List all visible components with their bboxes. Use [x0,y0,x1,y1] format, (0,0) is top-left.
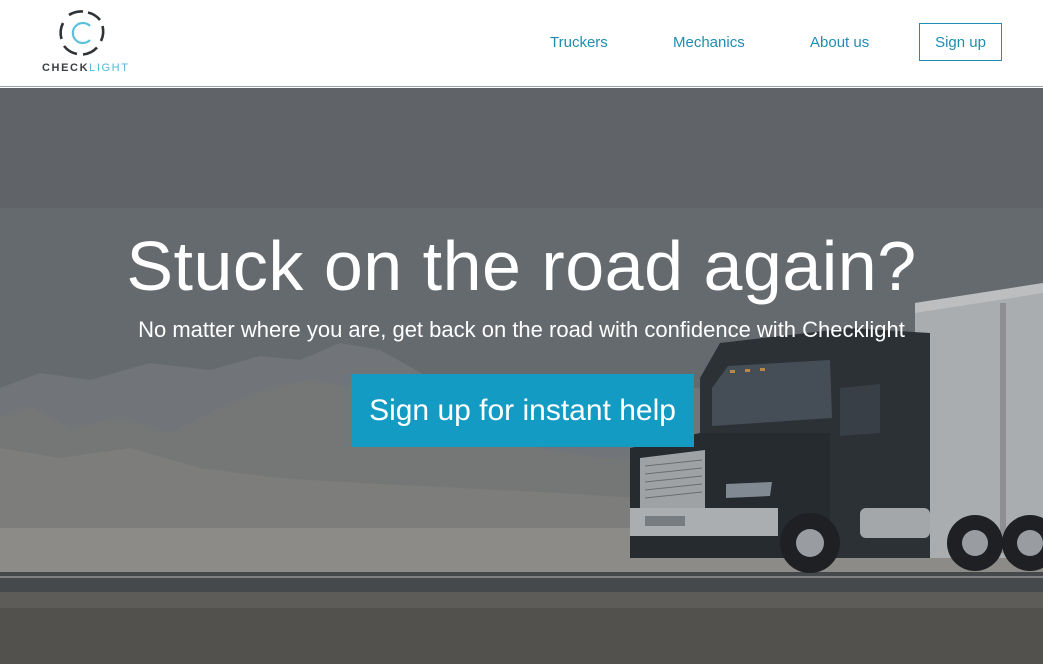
hero-subtitle: No matter where you are, get back on the… [138,317,905,342]
logo-wordmark-check: CHECK [42,62,90,74]
logo-wordmark: CHECKLIGHT [42,62,130,74]
nav-link-mechanics[interactable]: Mechanics [673,34,745,51]
header-sign-up-button[interactable]: Sign up [919,23,1002,61]
checklight-logo[interactable]: CHECKLIGHT [40,8,130,76]
sign-up-for-instant-help-button[interactable]: Sign up for instant help [351,374,694,447]
nav-link-truckers[interactable]: Truckers [550,34,608,51]
logo-wordmark-light: LIGHT [89,62,130,74]
nav-link-about-us[interactable]: About us [810,34,869,51]
camera-aperture-icon [59,10,105,56]
hero-title: Stuck on the road again? [126,227,917,305]
hero-section: Stuck on the road again? No matter where… [0,88,1043,664]
top-navigation-bar: CHECKLIGHT Truckers Mechanics About us S… [0,0,1043,87]
